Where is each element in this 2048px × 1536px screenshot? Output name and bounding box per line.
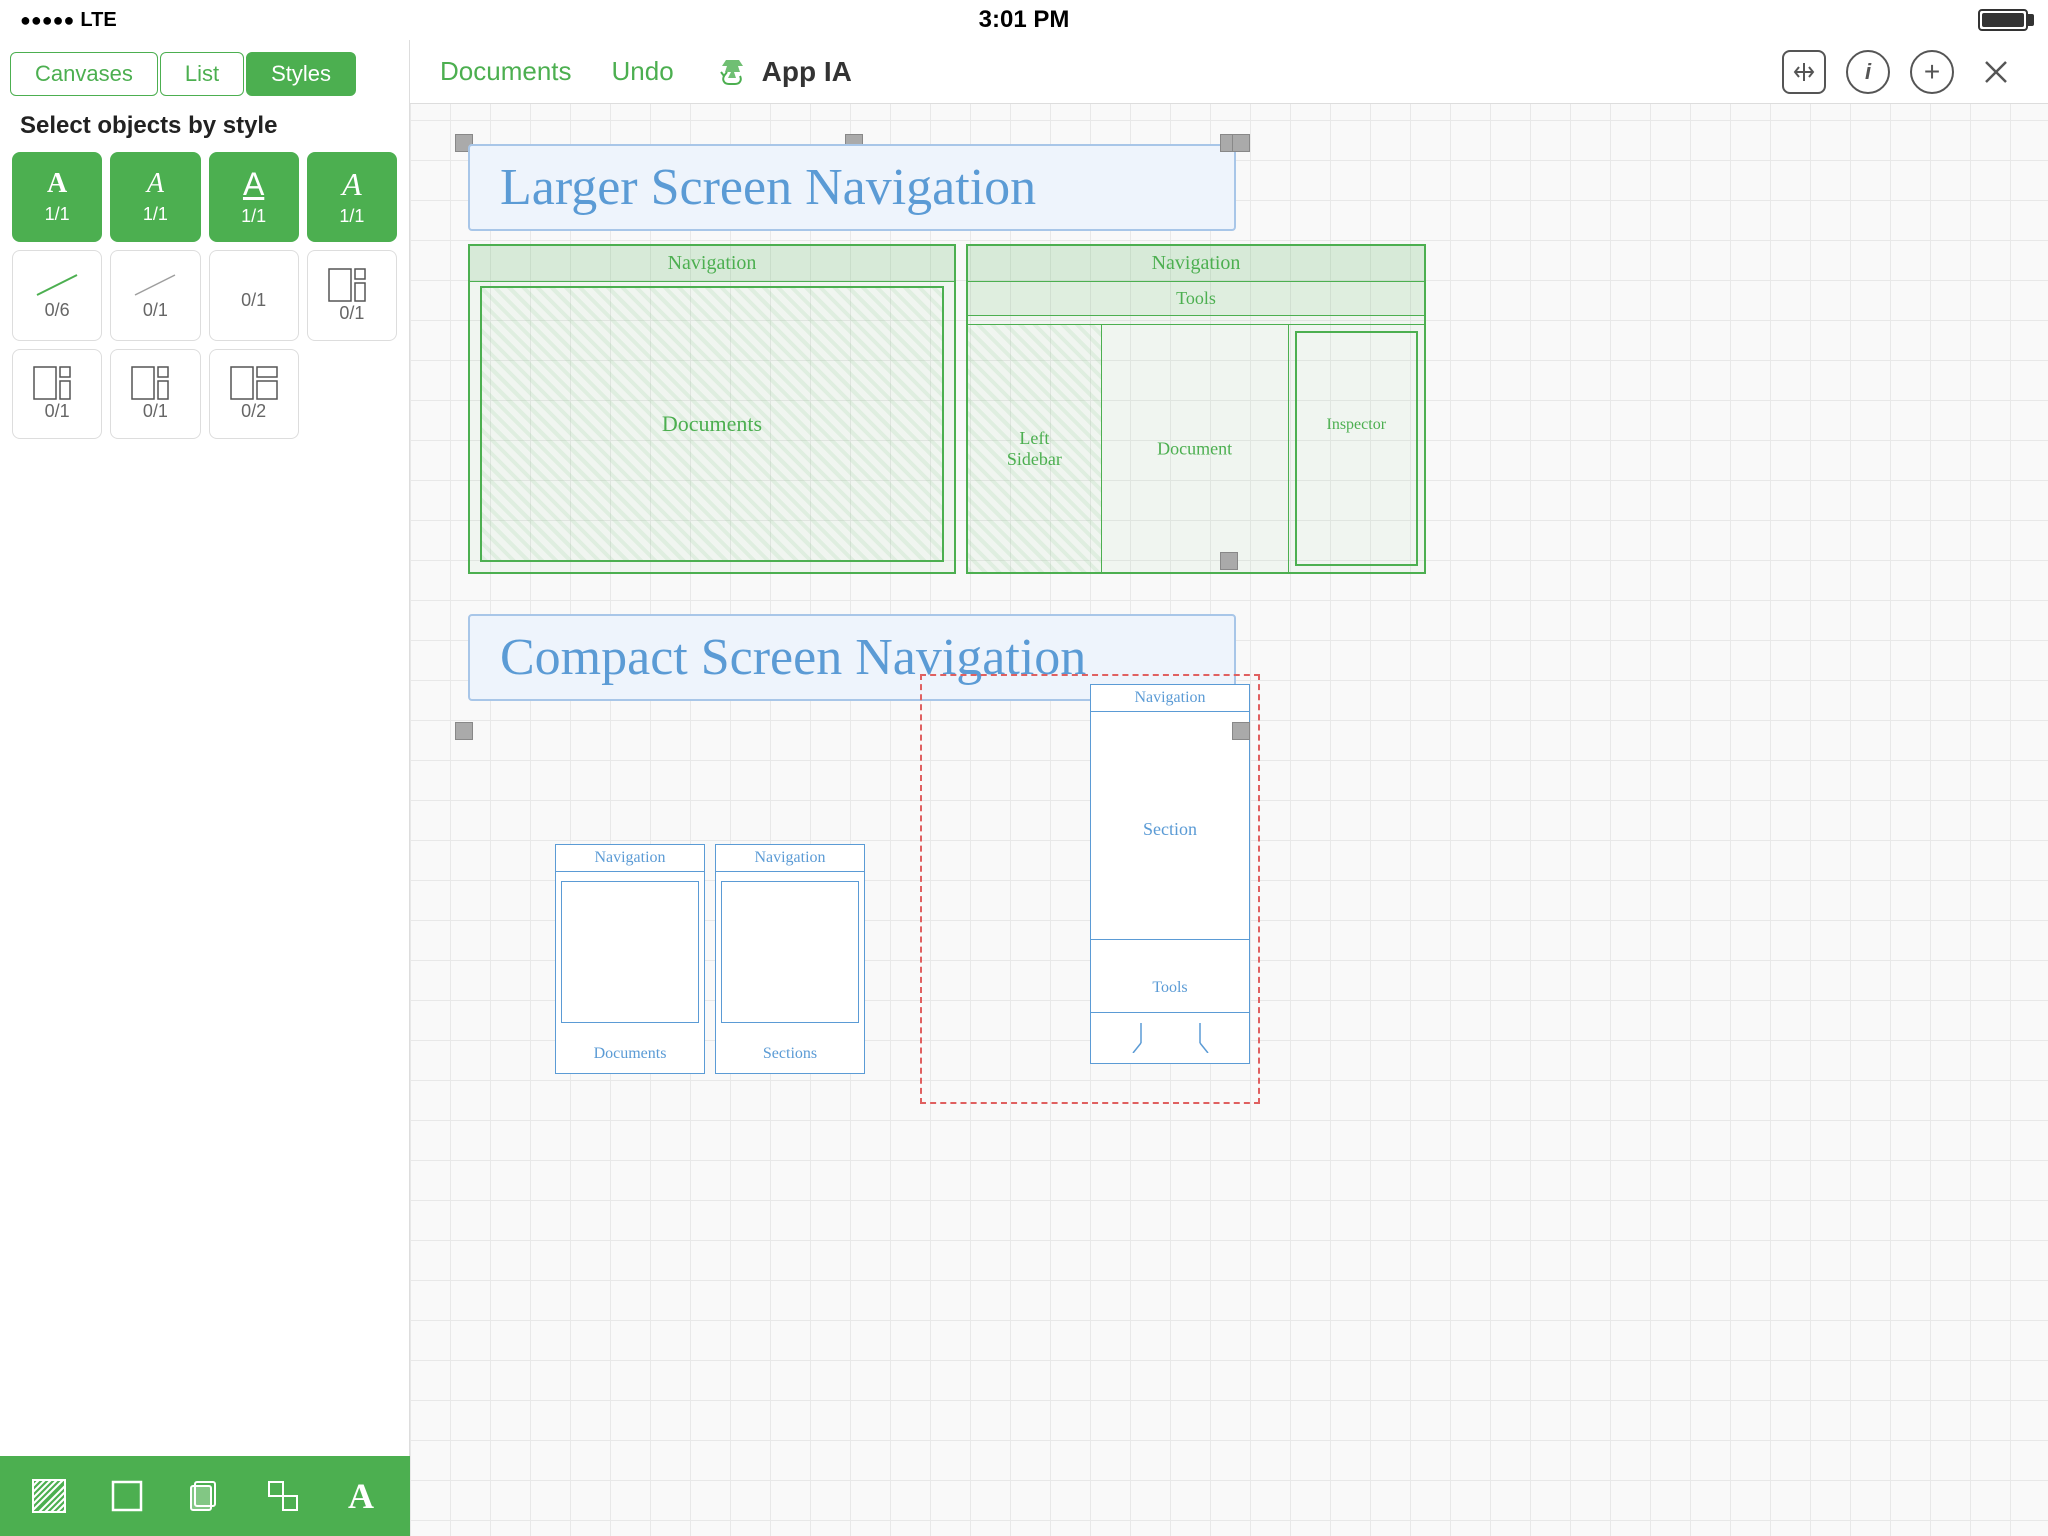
document-label: Document <box>1157 438 1232 459</box>
handle-far-top-right[interactable] <box>1232 134 1250 152</box>
larger-screen-title: Larger Screen Navigation <box>468 144 1236 231</box>
style-count-5: 0/6 <box>45 300 70 321</box>
text-plain-icon: A <box>342 168 362 200</box>
undo-link[interactable]: Undo <box>612 56 674 87</box>
main-canvas: Documents Undo App IA i + <box>410 40 2048 1536</box>
left-sidebar-box: LeftSidebar <box>968 325 1102 572</box>
style-count-1: 1/1 <box>45 204 70 225</box>
compact-sections-box <box>721 881 859 1023</box>
battery-icon <box>1978 9 2028 31</box>
style-count-8: 0/1 <box>339 303 364 324</box>
compact-arrows <box>1111 1023 1229 1053</box>
left-sidebar-label: LeftSidebar <box>989 428 1079 470</box>
ui-layout-icon-4 <box>229 365 279 401</box>
style-item-shape-5[interactable]: 0/2 <box>209 349 299 439</box>
ui-layout-icon-3 <box>130 365 180 401</box>
status-bar: ●●●●● LTE 3:01 PM <box>0 0 2048 40</box>
canvas-title: App IA <box>714 54 852 90</box>
recycle-icon <box>714 54 750 90</box>
add-icon[interactable]: + <box>1910 50 1954 94</box>
style-item-text-italic[interactable]: A 1/1 <box>110 152 200 242</box>
handle-far-bottom-right[interactable] <box>1232 722 1250 740</box>
style-count-9: 0/1 <box>45 401 70 422</box>
toolbar-icons: i + <box>1782 50 2018 94</box>
documents-link[interactable]: Documents <box>440 56 572 87</box>
documents-box: Documents <box>480 286 944 562</box>
style-item-text-bold[interactable]: A 1/1 <box>12 152 102 242</box>
nav-label-2: Navigation <box>968 246 1424 282</box>
style-item-shape-1[interactable]: 0/1 <box>209 250 299 340</box>
compact-nav-2-label: Navigation <box>716 845 864 872</box>
styles-grid: A 1/1 A 1/1 A 1/1 A 1/1 0/6 0/1 <box>0 152 409 439</box>
tab-canvases[interactable]: Canvases <box>10 52 158 96</box>
shape-icon <box>265 1478 301 1514</box>
documents-label: Documents <box>662 411 762 437</box>
move-tool-icon[interactable] <box>1782 50 1826 94</box>
style-count-7: 0/1 <box>241 290 266 311</box>
rect-tool-button[interactable] <box>97 1466 157 1526</box>
text-tool-button[interactable]: A <box>331 1466 391 1526</box>
style-count-2: 1/1 <box>143 204 168 225</box>
left-nav-container: Navigation Documents <box>468 244 956 574</box>
compact-docs-box <box>561 881 699 1023</box>
left-panel: Canvases List Styles Select objects by s… <box>0 40 410 1456</box>
section-area-label: Section <box>1091 720 1249 940</box>
style-item-shape-3[interactable]: 0/1 <box>12 349 102 439</box>
compact-docs-label: Documents <box>556 1045 704 1063</box>
compact-nav-1-label: Navigation <box>556 845 704 872</box>
panel-tabs: Canvases List Styles <box>0 40 409 96</box>
handle-compact-left[interactable] <box>455 722 473 740</box>
style-count-4: 1/1 <box>339 206 364 227</box>
tools-label: Tools <box>968 282 1424 316</box>
diagonal-line-light-icon <box>130 270 180 300</box>
tab-styles[interactable]: Styles <box>246 52 356 96</box>
canvas-content: Larger Screen Navigation Navigation Docu… <box>410 104 2048 1536</box>
style-item-line-2[interactable]: 0/1 <box>110 250 200 340</box>
style-count-10: 0/1 <box>143 401 168 422</box>
inspector-label: Inspector <box>1327 416 1387 434</box>
carrier-label: LTE <box>80 9 116 32</box>
info-icon[interactable]: i <box>1846 50 1890 94</box>
compact-tools-label: Tools <box>1091 963 1249 1013</box>
style-count-3: 1/1 <box>241 206 266 227</box>
style-item-line-1[interactable]: 0/6 <box>12 250 102 340</box>
text-bold-icon: A <box>47 170 67 198</box>
panel-title: Select objects by style <box>0 96 409 152</box>
close-icon[interactable] <box>1974 50 2018 94</box>
time-label: 3:01 PM <box>979 6 1070 34</box>
signal-dots: ●●●●● <box>20 10 74 31</box>
hatch-icon <box>31 1478 67 1514</box>
tab-list[interactable]: List <box>160 52 244 96</box>
style-count-6: 0/1 <box>143 300 168 321</box>
compact-nav-1: Navigation Documents <box>555 844 705 1074</box>
style-item-shape-4[interactable]: 0/1 <box>110 349 200 439</box>
style-count-11: 0/2 <box>241 401 266 422</box>
bottom-toolbar: A <box>0 1456 410 1536</box>
nav-label-1: Navigation <box>470 246 954 282</box>
inspector-box: Inspector <box>1295 331 1418 566</box>
style-item-text-hand[interactable]: A 1/1 <box>209 152 299 242</box>
copy-icon <box>187 1478 223 1514</box>
main-toolbar: Documents Undo App IA i + <box>410 40 2048 104</box>
document-box: Document <box>1102 325 1289 572</box>
text-tool-icon: A <box>348 1475 374 1517</box>
rect-icon <box>109 1478 145 1514</box>
style-item-text-plain[interactable]: A 1/1 <box>307 152 397 242</box>
text-hand-icon: A <box>243 168 264 200</box>
right-nav-container: Navigation Tools LeftSidebar Document In… <box>966 244 1426 574</box>
hatch-tool-button[interactable] <box>19 1466 79 1526</box>
shape-tool-button[interactable] <box>253 1466 313 1526</box>
style-item-shape-2[interactable]: 0/1 <box>307 250 397 340</box>
ui-layout-icon-2 <box>32 365 82 401</box>
compact-right-nav: Navigation Section Tools <box>1090 684 1250 1064</box>
handle-br[interactable] <box>1220 552 1238 570</box>
compact-nav-2: Navigation Sections <box>715 844 865 1074</box>
text-italic-icon: A <box>147 170 164 198</box>
diagonal-line-icon <box>32 270 82 300</box>
compact-sections-label: Sections <box>716 1045 864 1063</box>
copy-tool-button[interactable] <box>175 1466 235 1526</box>
ui-layout-icon-1 <box>327 267 377 303</box>
compact-right-nav-label: Navigation <box>1091 685 1249 712</box>
